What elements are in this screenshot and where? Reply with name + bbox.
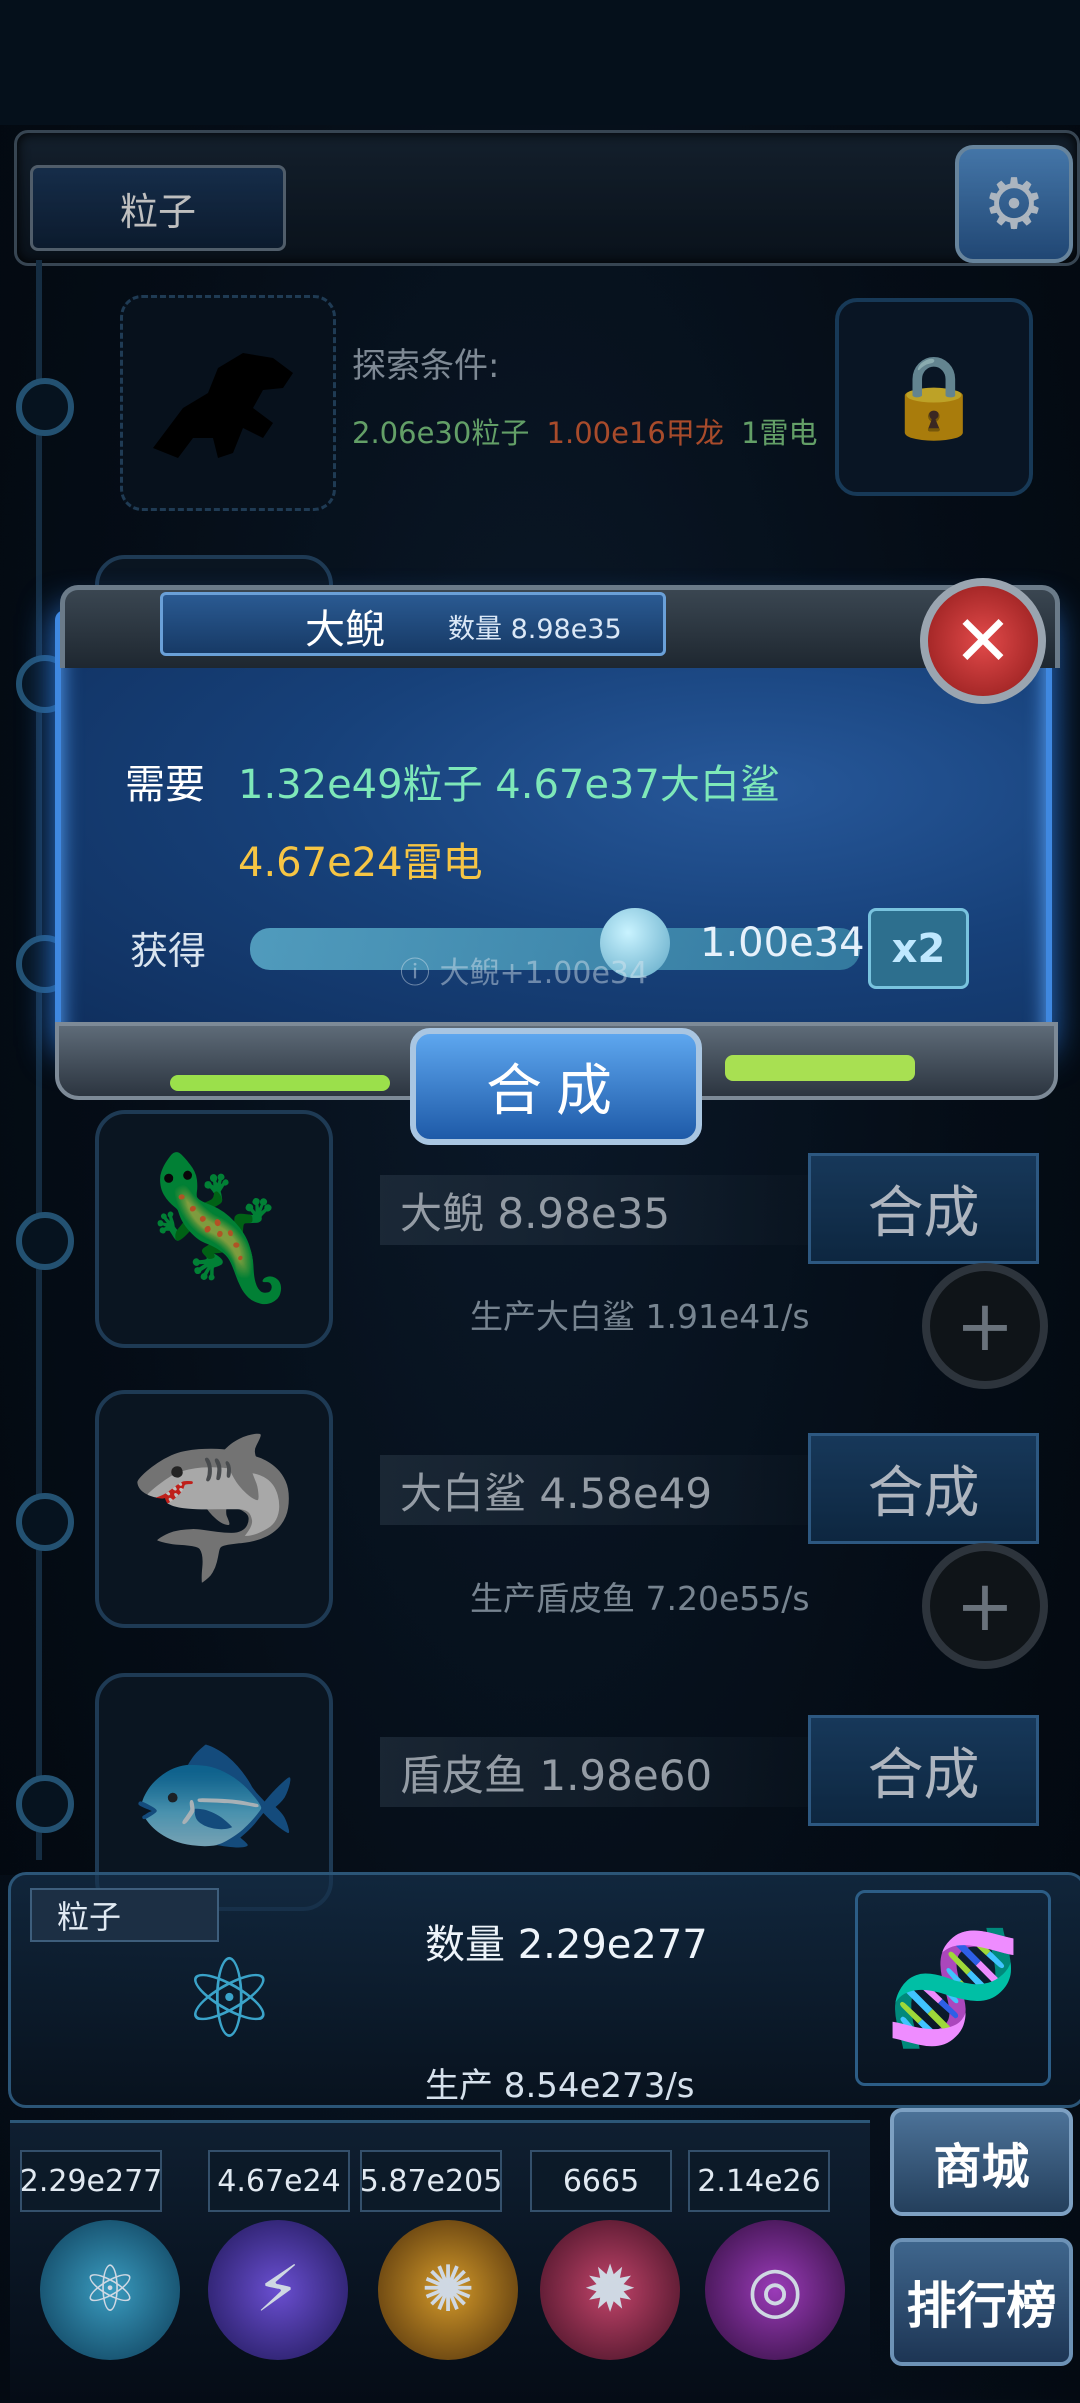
leaderboard-button[interactable]: 排行榜 bbox=[890, 2238, 1073, 2366]
thunder-orb-icon[interactable]: ⚡ bbox=[208, 2220, 348, 2360]
close-icon[interactable]: ✕ bbox=[920, 578, 1046, 704]
particle-orb-icon[interactable]: ⚛ bbox=[40, 2220, 180, 2360]
particle-production: 生产 8.54e273/s bbox=[425, 2066, 695, 2106]
need-line-2: 4.67e24雷电 bbox=[238, 840, 483, 886]
multiplier-button[interactable]: x2 bbox=[868, 908, 969, 989]
currency-value-galaxy: 5.87e205 bbox=[360, 2150, 502, 2212]
shop-button[interactable]: 商城 bbox=[890, 2108, 1073, 2216]
popup-item-count: 数量 8.98e35 bbox=[448, 614, 622, 645]
particle-panel-tag: 粒子 bbox=[30, 1888, 219, 1942]
gain-label: 获得 bbox=[130, 929, 207, 973]
currency-value-vortex: 2.14e26 bbox=[688, 2150, 830, 2212]
compose-button[interactable]: 合成 bbox=[410, 1028, 702, 1145]
indicator-bar-left bbox=[170, 1075, 390, 1091]
indicator-bar-right bbox=[725, 1055, 915, 1081]
status-bar bbox=[0, 0, 1080, 125]
galaxy-orb-icon[interactable]: ✺ bbox=[378, 2220, 518, 2360]
need-label: 需要 bbox=[125, 762, 205, 808]
popup-item-name: 大鲵 bbox=[305, 607, 385, 653]
currency-value-thunder: 4.67e24 bbox=[208, 2150, 350, 2212]
dna-icon[interactable]: 🧬 bbox=[855, 1890, 1051, 2086]
gain-note: ⓘ 大鲵+1.00e34 bbox=[400, 956, 649, 991]
currency-value-brain: 6665 bbox=[530, 2150, 672, 2212]
vortex-orb-icon[interactable]: ◎ bbox=[705, 2220, 845, 2360]
atom-icon: ⚛ bbox=[180, 1935, 279, 2063]
particle-count: 数量 2.29e277 bbox=[425, 1922, 708, 1968]
need-line-1: 1.32e49粒子 4.67e37大白鲨 bbox=[238, 762, 780, 808]
gain-value: 1.00e34 bbox=[700, 920, 865, 966]
brain-orb-icon[interactable]: ✹ bbox=[540, 2220, 680, 2360]
currency-value-particle: 2.29e277 bbox=[20, 2150, 162, 2212]
